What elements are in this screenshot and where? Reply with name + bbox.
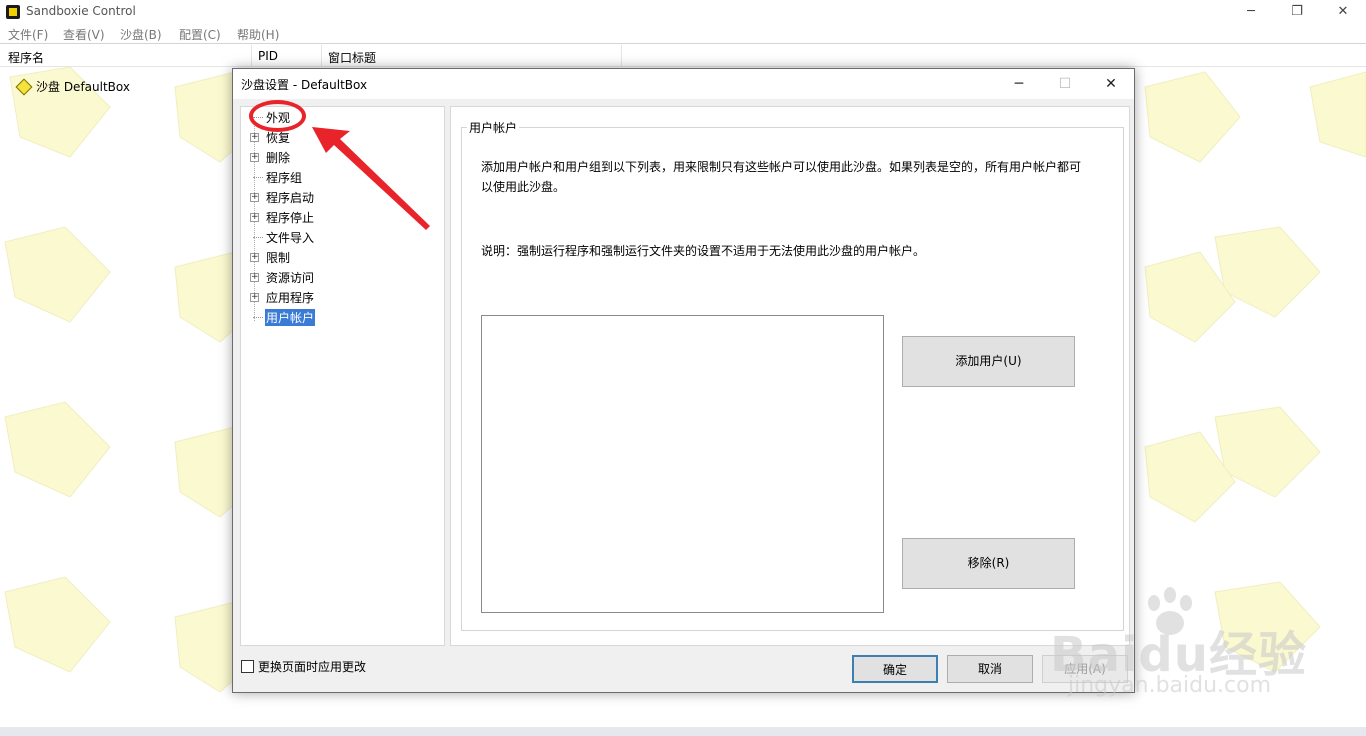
- dialog-titlebar: 沙盘设置 - DefaultBox ─ ☐ ✕: [233, 69, 1134, 99]
- cancel-button[interactable]: 取消: [947, 655, 1033, 683]
- description-text: 添加用户帐户和用户组到以下列表，用来限制只有这些帐户可以使用此沙盘。如果列表是空…: [481, 160, 1082, 194]
- column-divider: [251, 45, 252, 67]
- baidu-watermark: Baidu经验 jingyan.baidu.com: [1050, 585, 1350, 715]
- watermark-url: jingyan.baidu.com: [1068, 673, 1272, 698]
- expand-icon[interactable]: +: [250, 252, 259, 262]
- tree-label: 文件导入: [266, 230, 315, 245]
- menu-file[interactable]: 文件(F): [8, 26, 48, 43]
- taskbar-strip: [0, 727, 1366, 736]
- settings-tree: 外观 + 恢复 + 删除 程序组 + 程序启动 + 程序停止 文件导入 + 限制: [240, 106, 445, 646]
- expand-icon[interactable]: +: [250, 192, 259, 202]
- close-button[interactable]: ✕: [1320, 0, 1366, 24]
- remove-button[interactable]: 移除(R): [902, 538, 1075, 589]
- dialog-title: 沙盘设置 - DefaultBox: [241, 78, 368, 92]
- groupbox-title: 用户帐户: [467, 119, 520, 136]
- tree-label: 程序组: [266, 170, 303, 185]
- apply-on-page-change-checkbox[interactable]: 更换页面时应用更改: [241, 658, 366, 675]
- column-program-name[interactable]: 程序名: [8, 49, 44, 66]
- annotation-circle: [249, 100, 306, 132]
- tree-connector: [253, 237, 263, 238]
- tree-label: 资源访问: [266, 270, 315, 285]
- user-accounts-list[interactable]: [481, 315, 884, 613]
- tree-connector: [253, 317, 263, 318]
- menu-config[interactable]: 配置(C): [179, 26, 221, 43]
- dialog-minimize-button[interactable]: ─: [999, 72, 1039, 96]
- dialog-close-button[interactable]: ✕: [1091, 72, 1131, 96]
- dialog-maximize-button[interactable]: ☐: [1045, 72, 1085, 96]
- sandbox-settings-dialog: 沙盘设置 - DefaultBox ─ ☐ ✕ 外观 + 恢复 + 删除 程序组…: [232, 68, 1135, 693]
- sandbox-label: 沙盘 DefaultBox: [36, 80, 130, 94]
- sandbox-icon: [15, 78, 33, 95]
- tree-label: 程序停止: [266, 210, 315, 225]
- expand-icon[interactable]: +: [250, 272, 259, 282]
- menubar: 文件(F) 查看(V) 沙盘(B) 配置(C) 帮助(H): [0, 24, 1366, 44]
- ok-button[interactable]: 确定: [852, 655, 938, 683]
- expand-icon[interactable]: +: [250, 152, 259, 162]
- note-text: 说明：强制运行程序和强制运行文件夹的设置不适用于无法使用此沙盘的用户帐户。: [481, 244, 926, 258]
- main-titlebar: Sandboxie Control ─ ❐ ✕: [0, 0, 1366, 24]
- checkbox-box[interactable]: [241, 660, 254, 673]
- sandbox-defaultbox[interactable]: 沙盘 DefaultBox: [15, 78, 130, 95]
- sandboxie-app-icon: [6, 5, 20, 19]
- column-window-title[interactable]: 窗口标题: [328, 49, 376, 66]
- tree-connector: [253, 177, 263, 178]
- restore-button[interactable]: ❐: [1274, 0, 1320, 24]
- menu-view[interactable]: 查看(V): [63, 26, 105, 43]
- tree-label: 删除: [266, 150, 291, 165]
- app-title: Sandboxie Control: [26, 4, 136, 18]
- tree-label: 应用程序: [266, 290, 315, 305]
- column-divider: [621, 45, 622, 67]
- checkbox-label: 更换页面时应用更改: [258, 660, 367, 674]
- menu-sandbox[interactable]: 沙盘(B): [120, 26, 162, 43]
- tree-label: 限制: [266, 250, 291, 265]
- expand-icon[interactable]: +: [250, 212, 259, 222]
- tree-label: 用户帐户: [265, 308, 316, 326]
- minimize-button[interactable]: ─: [1228, 0, 1274, 24]
- column-pid[interactable]: PID: [258, 49, 278, 63]
- add-user-button[interactable]: 添加用户(U): [902, 336, 1075, 387]
- process-list-header: 程序名 PID 窗口标题: [0, 45, 1366, 67]
- settings-panel: 用户帐户 添加用户帐户和用户组到以下列表，用来限制只有这些帐户可以使用此沙盘。如…: [450, 106, 1130, 646]
- expand-icon[interactable]: +: [250, 292, 259, 302]
- expand-icon[interactable]: +: [250, 132, 259, 142]
- tree-label: 程序启动: [266, 190, 315, 205]
- column-divider: [321, 45, 322, 67]
- menu-help[interactable]: 帮助(H): [237, 26, 279, 43]
